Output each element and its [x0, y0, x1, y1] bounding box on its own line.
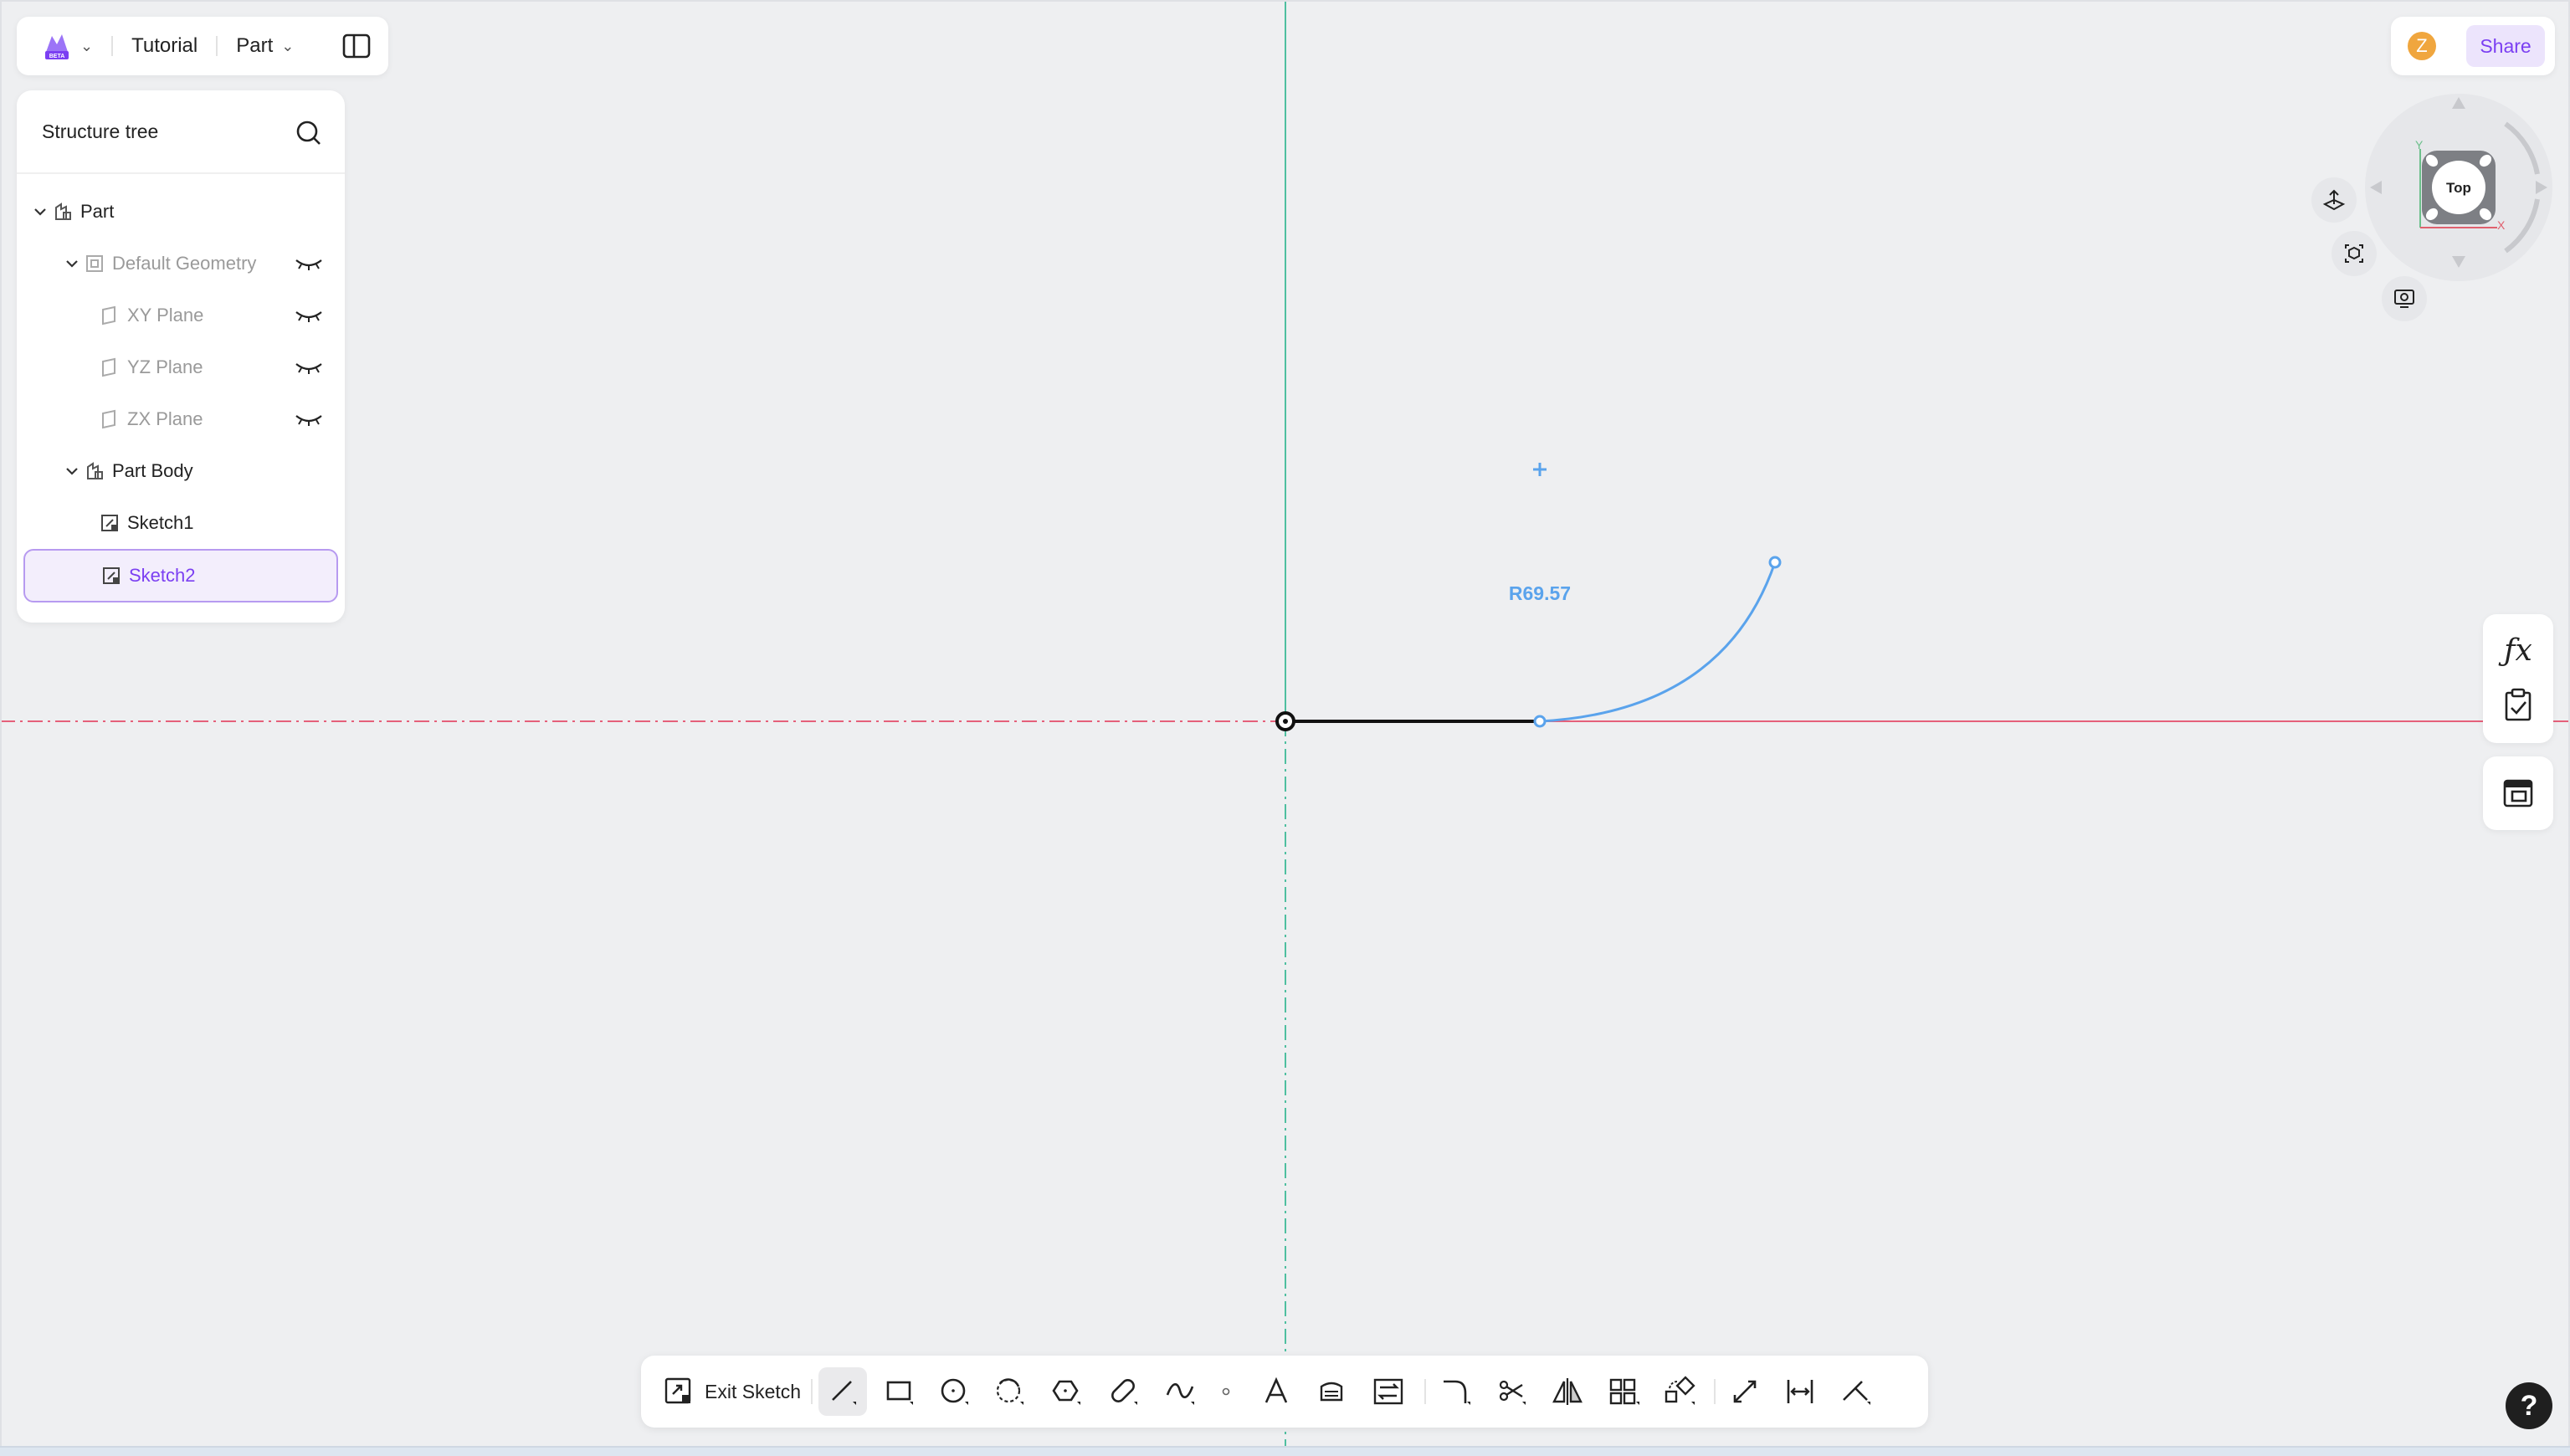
share-bar: Z Share — [2391, 17, 2555, 75]
line-tool-icon[interactable] — [818, 1367, 867, 1416]
tree-item-label: ZX Plane — [127, 408, 203, 429]
mirror-tool-icon[interactable] — [1543, 1367, 1592, 1416]
tree-item-zx-plane[interactable]: ZX Plane — [17, 398, 345, 440]
clipboard-check-icon[interactable] — [2501, 688, 2536, 723]
sketch-arc[interactable] — [1539, 561, 1777, 723]
app-logo-icon[interactable]: BETA — [38, 28, 75, 64]
mode-dropdown[interactable]: Part — [236, 34, 273, 58]
tree-item-sketch2[interactable]: Sketch2 — [23, 549, 338, 602]
tree-item-label: Part Body — [112, 460, 193, 481]
exit-sketch-button[interactable]: Exit Sketch — [663, 1371, 801, 1412]
sketch-canvas[interactable]: R69.57 — [0, 0, 2570, 1456]
plane-icon — [102, 305, 115, 326]
part-icon — [55, 203, 71, 220]
right-tools-panel-2 — [2483, 756, 2553, 830]
structure-tree-panel: Structure tree Part Default Geometry XY … — [17, 90, 345, 623]
origin-point[interactable] — [1275, 711, 1295, 731]
divider — [216, 36, 218, 56]
tree-item-default-geometry[interactable]: Default Geometry — [17, 243, 345, 285]
sketch-icon — [101, 515, 118, 531]
structure-tree-header: Structure tree — [17, 90, 345, 174]
split-panel-icon[interactable] — [341, 31, 372, 61]
plane-icon — [102, 409, 115, 429]
normal-view-icon[interactable] — [2311, 177, 2357, 223]
formula-fx-icon[interactable]: ƒx — [2501, 633, 2536, 668]
divider — [111, 36, 114, 56]
tree-item-xy-plane[interactable]: XY Plane — [17, 295, 345, 336]
eye-closed-icon[interactable] — [295, 411, 323, 428]
exit-sketch-label: Exit Sketch — [705, 1380, 802, 1402]
table-panel-icon[interactable] — [2501, 776, 2536, 811]
arc-start-point[interactable] — [1533, 715, 1547, 728]
sketch-icon — [103, 567, 120, 584]
offset-tool-icon[interactable] — [1307, 1367, 1356, 1416]
right-tools-panel: ƒx — [2483, 614, 2553, 743]
linear-pattern-tool-icon[interactable] — [1600, 1367, 1649, 1416]
circle-tool-icon[interactable] — [931, 1367, 979, 1416]
convert-tool-icon[interactable] — [1364, 1367, 1413, 1416]
arc-tool-icon[interactable] — [986, 1367, 1034, 1416]
toolbar-divider — [811, 1379, 813, 1404]
tree-item-label: Default Geometry — [112, 253, 257, 274]
tree-item-label: YZ Plane — [127, 356, 203, 377]
display-mode-icon[interactable] — [2382, 276, 2427, 321]
polygon-tool-icon[interactable] — [1043, 1367, 1091, 1416]
transform-tool-icon[interactable] — [1655, 1367, 1704, 1416]
axis-x-label: X — [2497, 218, 2506, 232]
svg-text:BETA: BETA — [49, 54, 65, 59]
mode-chevron-down-icon[interactable]: ⌄ — [281, 38, 294, 55]
view-cube-face-label[interactable]: Top — [2446, 180, 2471, 196]
project-name[interactable]: Tutorial — [131, 34, 197, 58]
camera-cube-icon[interactable] — [2331, 231, 2377, 276]
point-tool-icon[interactable] — [1202, 1367, 1250, 1416]
eye-closed-icon[interactable] — [295, 255, 323, 272]
distance-tool-icon[interactable] — [1776, 1367, 1824, 1416]
trim-tool-icon[interactable] — [1488, 1367, 1536, 1416]
chevron-down-icon[interactable] — [64, 255, 80, 272]
tree-item-label: XY Plane — [127, 305, 204, 326]
help-button[interactable]: ? — [2506, 1382, 2552, 1429]
radius-dimension-label[interactable]: R69.57 — [1509, 582, 1571, 604]
search-icon[interactable] — [295, 119, 323, 147]
tree-item-label: Sketch2 — [129, 565, 196, 586]
avatar[interactable]: Z — [2408, 32, 2436, 60]
view-cube[interactable]: Top Y X — [2362, 90, 2556, 285]
chevron-down-icon[interactable] — [32, 203, 49, 220]
tree-item-part[interactable]: Part — [17, 191, 345, 233]
axis-y-label: Y — [2415, 138, 2424, 151]
tree-item-sketch1[interactable]: Sketch1 — [17, 502, 345, 544]
toolbar-divider — [1424, 1379, 1426, 1404]
plane-icon — [102, 357, 115, 377]
constraint-tool-icon[interactable] — [1833, 1367, 1881, 1416]
toolbar-divider — [1714, 1379, 1716, 1404]
dimension-tool-icon[interactable] — [1721, 1367, 1769, 1416]
top-bar: BETA ⌄ Tutorial Part ⌄ — [17, 17, 388, 75]
body-icon — [87, 462, 103, 479]
share-button[interactable]: Share — [2466, 25, 2545, 67]
rectangle-tool-icon[interactable] — [875, 1367, 924, 1416]
slot-tool-icon[interactable] — [1100, 1367, 1148, 1416]
structure-tree-title: Structure tree — [42, 120, 159, 142]
sketch-toolbar: Exit Sketch — [641, 1356, 1928, 1428]
spline-tool-icon[interactable] — [1157, 1367, 1205, 1416]
tree-item-yz-plane[interactable]: YZ Plane — [17, 346, 345, 388]
tree-item-label: Part — [80, 201, 115, 222]
bottom-strip — [0, 1446, 2570, 1456]
text-tool-icon[interactable] — [1252, 1367, 1300, 1416]
arc-center-marker[interactable] — [1533, 463, 1547, 476]
logo-menu-chevron-down-icon[interactable]: ⌄ — [80, 38, 93, 55]
eye-closed-icon[interactable] — [295, 359, 323, 376]
chevron-down-icon[interactable] — [64, 463, 80, 479]
tree-item-part-body[interactable]: Part Body — [17, 450, 345, 492]
fillet-tool-icon[interactable] — [1433, 1367, 1481, 1416]
exit-sketch-icon — [664, 1377, 691, 1404]
tree-item-label: Sketch1 — [127, 512, 194, 533]
arc-end-point[interactable] — [1768, 556, 1782, 569]
eye-closed-icon[interactable] — [295, 307, 323, 324]
geometry-icon — [86, 255, 103, 272]
